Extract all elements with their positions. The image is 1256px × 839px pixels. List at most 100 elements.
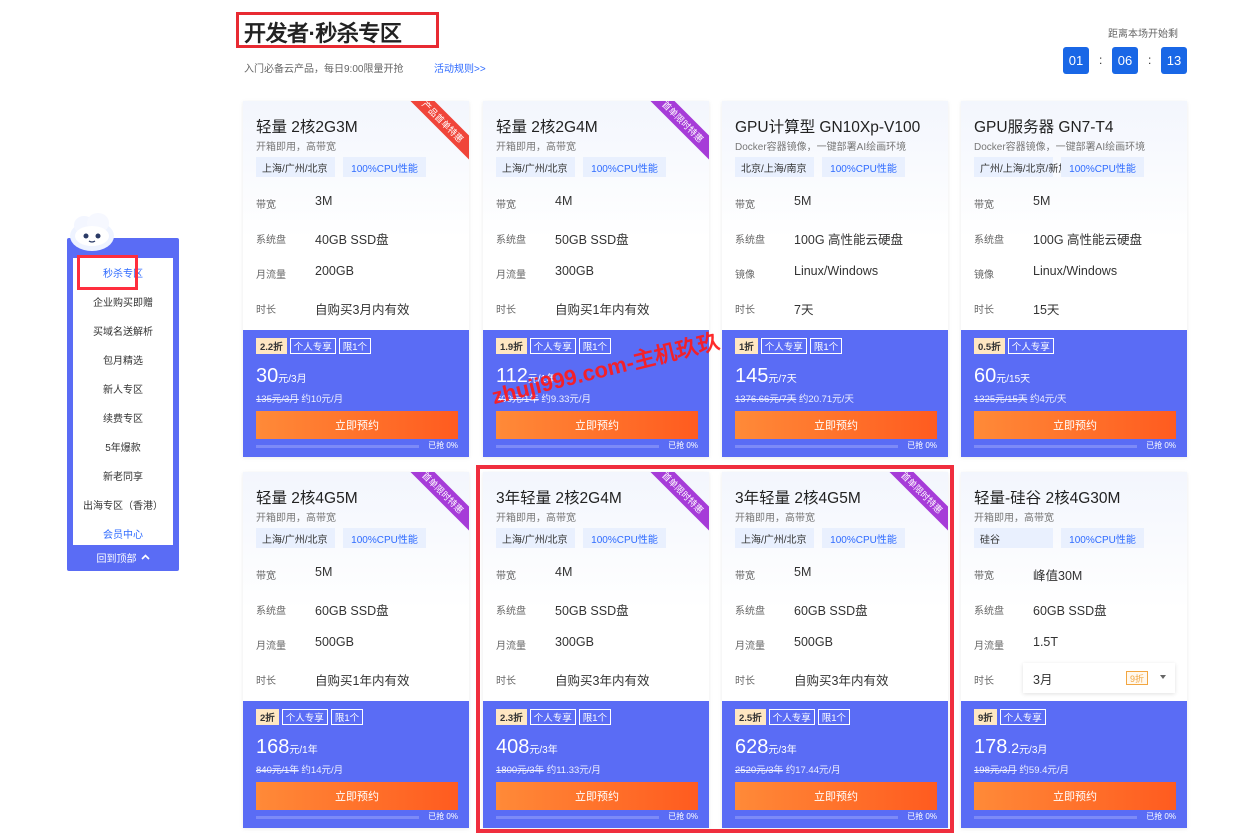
spec-third-value: 500GB <box>315 635 354 649</box>
region-tag: 上海/广州/北京 <box>256 528 335 548</box>
spec-bandwidth-value: 5M <box>1033 194 1051 208</box>
reserve-button[interactable]: 立即预约 <box>256 782 458 810</box>
region-tag: 北京/上海/南京 <box>735 157 814 177</box>
sidebar-item-overseas[interactable]: 出海专区（香港） <box>73 490 173 519</box>
spec-duration-value: 自购买3年内有效 <box>794 674 889 688</box>
reserve-button[interactable]: 立即预约 <box>974 782 1176 810</box>
per-unit-price: 约4元/天 <box>1027 394 1067 405</box>
region-tag: 硅谷 <box>974 528 1053 548</box>
reserve-button[interactable]: 立即预约 <box>256 411 458 439</box>
spec-duration-label: 时长 <box>974 305 994 316</box>
spec-duration-label: 时长 <box>735 305 755 316</box>
spec-bandwidth-value: 5M <box>315 565 333 579</box>
badge-row: 2折 个人专享 限1个 <box>256 709 364 725</box>
price-unit: 元/15天 <box>996 374 1031 385</box>
price-value: 178 <box>974 736 1008 758</box>
sidebar-item-domain[interactable]: 买域名送解析 <box>73 316 173 345</box>
badge-row: 2.5折 个人专享 限1个 <box>735 709 851 725</box>
badge-row: 1.9折 个人专享 限1个 <box>496 338 612 354</box>
spec-third-value: 500GB <box>794 635 833 649</box>
spec-duration-label: 时长 <box>735 676 755 687</box>
reserve-button[interactable]: 立即预约 <box>496 411 698 439</box>
sidebar-item-all-users[interactable]: 新老同享 <box>73 461 173 490</box>
card-price-panel: 2.5折 个人专享 限1个 628元/3年 2520元/3年 约17.44元/月… <box>722 701 948 828</box>
reserve-button[interactable]: 立即预约 <box>496 782 698 810</box>
spec-duration-label: 时长 <box>974 676 994 687</box>
price-unit: 元/3年 <box>529 745 558 756</box>
spec-disk-value: 60GB SSD盘 <box>1033 604 1107 618</box>
spec-duration-value: 自购买3年内有效 <box>555 674 650 688</box>
badge-row: 2.2折 个人专享 限1个 <box>256 338 372 354</box>
spec-duration-value: 自购买1年内有效 <box>315 674 410 688</box>
card-price-panel: 2.2折 个人专享 限1个 30元/3月 135元/3月 约10元/月 立即预约… <box>243 330 469 457</box>
region-tag: 上海/广州/北京 <box>256 157 335 177</box>
personal-badge: 个人专享 <box>768 709 815 725</box>
price: 168元/1年 <box>256 736 318 759</box>
product-desc: 开箱即用，高带宽 <box>496 513 576 524</box>
spec-disk-label: 系统盘 <box>256 235 286 246</box>
price: 178.2元/3月 <box>974 736 1047 759</box>
product-desc: 开箱即用，高带宽 <box>256 142 336 153</box>
sidebar-item-renewal[interactable]: 续费专区 <box>73 403 173 432</box>
product-name: 3年轻量 2核2G4M <box>496 490 622 507</box>
progress-text: 已抢 0% <box>428 812 458 821</box>
reserve-button[interactable]: 立即预约 <box>735 411 937 439</box>
reserve-button[interactable]: 立即预约 <box>974 411 1176 439</box>
spec-disk-value: 100G 高性能云硬盘 <box>794 233 904 247</box>
limit-badge: 限1个 <box>578 709 612 725</box>
spec-bandwidth-value: 3M <box>315 194 333 208</box>
spec-bandwidth-value: 4M <box>555 565 573 579</box>
spec-duration-label: 时长 <box>256 305 276 316</box>
per-unit-price: 约20.71元/天 <box>796 394 854 405</box>
progress-bar <box>256 816 419 819</box>
personal-badge: 个人专享 <box>529 338 576 354</box>
card-info: 3年轻量 2核4G5M 开箱即用，高带宽 上海/广州/北京 100%CPU性能 … <box>722 472 948 701</box>
discount-badge: 2折 <box>256 709 279 725</box>
personal-badge: 个人专享 <box>289 338 336 354</box>
discount-badge: 1折 <box>735 338 758 354</box>
progress-text: 已抢 0% <box>1146 441 1176 450</box>
duration-select[interactable]: 3月 9折 <box>1023 663 1175 693</box>
progress-bar <box>974 816 1137 819</box>
price-unit: 元/3月 <box>278 374 307 385</box>
product-card: GPU计算型 GN10Xp-V100 Docker容器镜像，一键部署AI绘画环境… <box>722 101 948 457</box>
sidebar-item-member[interactable]: 会员中心 <box>73 519 173 548</box>
product-card: 3年轻量 2核4G5M 开箱即用，高带宽 上海/广州/北京 100%CPU性能 … <box>722 472 948 828</box>
spec-disk-label: 系统盘 <box>256 606 286 617</box>
product-desc: Docker容器镜像，一键部署AI绘画环境 <box>974 142 1146 153</box>
price-value: 408 <box>496 736 530 758</box>
region-tag: 上海/广州/北京 <box>735 528 814 548</box>
activity-rules-link[interactable]: 活动规则>> <box>434 60 486 75</box>
spec-third-label: 月流量 <box>256 270 286 281</box>
sidebar-item-5year[interactable]: 5年爆款 <box>73 432 173 461</box>
original-price: 135元/3月 约10元/月 <box>256 391 343 405</box>
spec-third-value: 1.5T <box>1033 635 1059 649</box>
product-desc: 开箱即用，高带宽 <box>496 142 576 153</box>
sidebar-item-monthly[interactable]: 包月精选 <box>73 345 173 374</box>
product-card: GPU服务器 GN7-T4 Docker容器镜像，一键部署AI绘画环境 广州/上… <box>961 101 1187 457</box>
reserve-button[interactable]: 立即预约 <box>735 782 937 810</box>
spec-bandwidth-value: 5M <box>794 565 812 579</box>
sidebar-item-enterprise[interactable]: 企业购买即赠 <box>73 287 173 316</box>
product-desc: 开箱即用，高带宽 <box>256 513 336 524</box>
region-tag: 上海/广州/北京 <box>496 157 575 177</box>
original-price-value: 1325元/15天 <box>974 394 1028 405</box>
original-price-value: 198元/3月 <box>974 765 1017 776</box>
product-name: 轻量 2核2G4M <box>496 119 598 136</box>
back-to-top-button[interactable]: 回到顶部 <box>67 547 179 567</box>
countdown-label: 距离本场开始剩 <box>1108 29 1178 40</box>
card-price-panel: 0.5折 个人专享 60元/15天 1325元/15天 约4元/天 立即预约 已… <box>961 330 1187 457</box>
product-name: 轻量-硅谷 2核4G30M <box>974 490 1121 507</box>
price: 628元/3年 <box>735 736 797 759</box>
progress-text: 已抢 0% <box>1146 812 1176 821</box>
badge-row: 2.3折 个人专享 限1个 <box>496 709 612 725</box>
progress-bar <box>974 445 1137 448</box>
original-price: 198元/3月 约59.4元/月 <box>974 762 1069 776</box>
price-unit: 元/7天 <box>768 374 797 385</box>
spec-bandwidth-value: 5M <box>794 194 812 208</box>
price-unit: 元/1年 <box>289 745 318 756</box>
sidebar-highlight-box <box>77 255 138 290</box>
region-tag: 广州/上海/北京/新加... <box>974 157 1077 177</box>
card-info: GPU服务器 GN7-T4 Docker容器镜像，一键部署AI绘画环境 广州/上… <box>961 101 1187 330</box>
sidebar-item-newcomer[interactable]: 新人专区 <box>73 374 173 403</box>
